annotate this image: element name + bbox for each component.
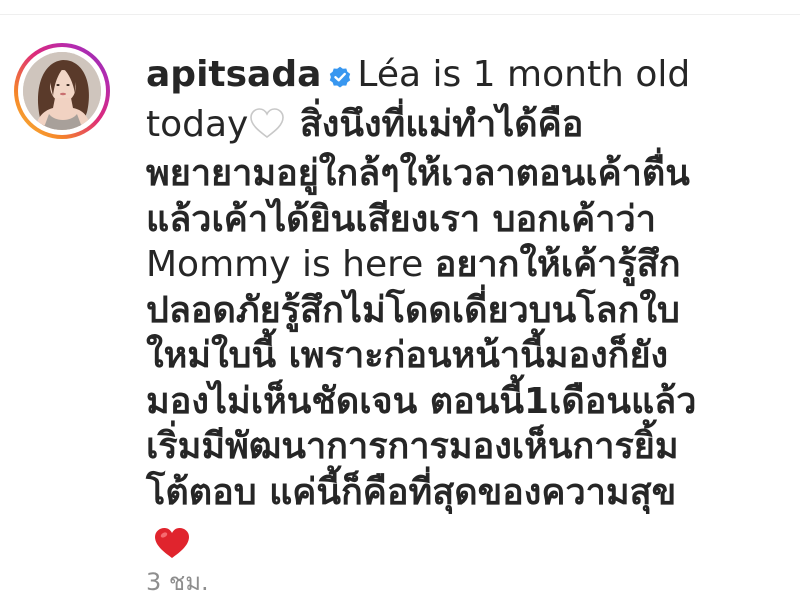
comment-line-6: ปลอดภัยรู้สึกไม่โดดเดี่ยวบนโลกใบ (146, 289, 680, 331)
verified-badge-icon (327, 56, 353, 102)
comment-line-2: พยายามอยู่ใกล้ๆให้เวลาตอนเค้าตื่น (146, 153, 690, 194)
avatar-image (23, 52, 101, 130)
white-heart-icon (248, 106, 286, 152)
comment-segment-1: Léa is 1 month old (357, 54, 691, 95)
avatar[interactable] (23, 52, 101, 130)
comment-line-3: แล้วเค้าได้ยินเสียงเรา บอกเค้าว่า (146, 198, 656, 240)
comment-timestamp[interactable]: 3 ชม. (146, 562, 209, 601)
comment-line-1: สิ่งนึงที่แม่ทำได้คือ (299, 103, 584, 145)
comment-segment-2: today (146, 103, 249, 145)
comment-text: apitsada Léa is 1 month old today สิ่งนึ… (146, 52, 786, 515)
username-link[interactable]: apitsada (146, 54, 321, 95)
avatar-story-ring[interactable] (14, 43, 110, 139)
comment-line-9: เริ่มมีพัฒนาการการมองเห็นการยิ้ม (146, 426, 679, 467)
comment-body: apitsada Léa is 1 month old today สิ่งนึ… (146, 52, 786, 567)
comment-line-10: โต้ตอบ แค่นี้ก็คือที่สุดของความสุข (146, 471, 677, 513)
red-heart-line (146, 517, 786, 567)
comment: apitsada Léa is 1 month old today สิ่งนึ… (0, 0, 800, 613)
comment-line-8: มองไม่เห็นชัดเจน ตอนนี้1เดือนแล้ว (146, 380, 697, 422)
comment-line-4: Mommy is here (146, 244, 424, 285)
comment-line-5: อยากให้เค้ารู้สึก (434, 244, 681, 285)
avatar-ring-gap (18, 47, 106, 135)
comment-line-7: ใหม่ใบนี้ เพราะก่อนหน้านี้มองก็ยัง (146, 335, 669, 376)
